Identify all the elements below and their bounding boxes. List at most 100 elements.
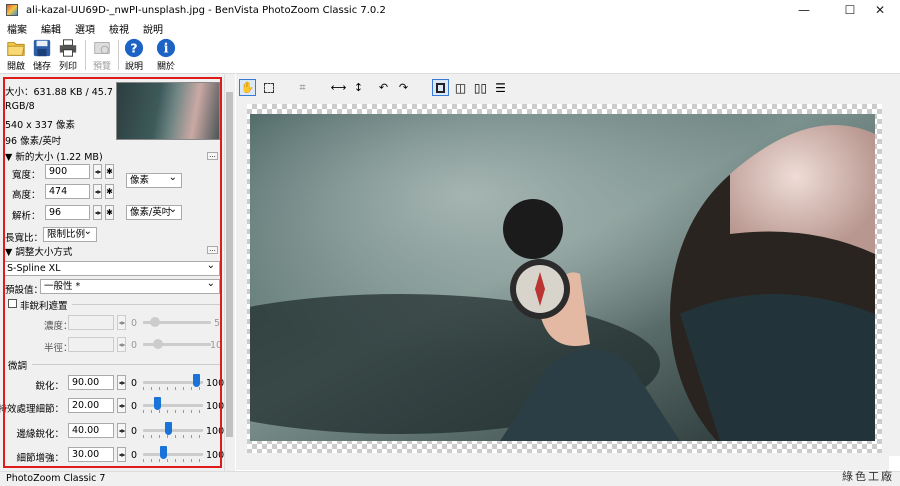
svg-text:i: i <box>164 41 169 56</box>
thumbnail-preview[interactable] <box>116 82 220 140</box>
menu-help[interactable]: 說明 <box>136 21 170 36</box>
canvas-vscrollbar[interactable] <box>889 100 900 456</box>
menu-edit[interactable]: 編輯 <box>34 21 68 36</box>
res-link-button[interactable]: ✱ <box>105 205 114 220</box>
method-more-button[interactable]: ... <box>207 246 218 254</box>
hand-tool-button[interactable]: ✋ <box>239 79 256 96</box>
height-link-button[interactable]: ✱ <box>105 184 114 199</box>
sharpness-spinner[interactable] <box>117 375 126 390</box>
grain-slider[interactable] <box>159 446 167 459</box>
grain-label: 細節增強： <box>16 453 64 464</box>
radius-spinner[interactable] <box>117 337 126 352</box>
newsize-header[interactable]: ▼ 新的大小 (1.22 MB) <box>5 149 103 163</box>
stacked-view-button[interactable]: ☰ <box>492 79 509 96</box>
edge-ticks <box>143 435 203 438</box>
rotate-right-button[interactable]: ↷ <box>395 79 412 96</box>
menu-view[interactable]: 檢視 <box>102 21 136 36</box>
side-by-side-icon: ▯▯ <box>473 80 488 95</box>
about-button[interactable]: i 關於 <box>152 38 180 72</box>
fit-width-button[interactable]: ⟷ <box>330 79 347 96</box>
marquee-icon <box>263 82 274 93</box>
select-tool-button[interactable] <box>260 79 277 96</box>
section-divider <box>72 304 220 305</box>
sharpness-input[interactable]: 90.00 <box>68 375 114 390</box>
preview-button[interactable]: 預覽 <box>88 38 116 72</box>
unit-select[interactable]: 像素 <box>126 171 182 188</box>
edge-spinner[interactable] <box>117 423 126 438</box>
ratio-select[interactable]: 限制比例 <box>43 225 97 242</box>
menu-file[interactable]: 檔案 <box>0 21 34 36</box>
sharpness-ticks <box>143 387 203 390</box>
title-bar: ali-kazal-UU69D-_nwPI-unsplash.jpg - Ben… <box>0 0 900 20</box>
info-size: 大小：631.88 KB / 45.7 KB <box>5 87 129 98</box>
split-view-button[interactable]: ◫ <box>452 79 469 96</box>
detail-spinner[interactable] <box>117 398 126 413</box>
method-header[interactable]: ▼ 調整大小方式 <box>5 244 72 258</box>
about-label: 關於 <box>156 62 175 72</box>
sharpness-label: 銳化： <box>35 381 64 392</box>
single-view-button[interactable] <box>432 79 449 96</box>
settings-panel: 大小：631.88 KB / 45.7 KB RGB/8 540 x 337 像… <box>0 74 235 471</box>
width-spinner[interactable] <box>93 164 102 179</box>
folder-icon <box>7 42 25 56</box>
radius-max: 10 <box>210 340 223 351</box>
save-label: 儲存 <box>32 62 51 72</box>
radius-slider[interactable] <box>153 339 163 349</box>
width-input[interactable]: 900 <box>45 164 90 179</box>
save-button[interactable]: 儲存 <box>28 38 56 72</box>
fine-header: 微調 <box>8 361 28 372</box>
unsharp-checkbox[interactable] <box>8 299 17 308</box>
edge-slider[interactable] <box>165 422 173 435</box>
algorithm-select[interactable]: S-Spline XL <box>3 259 220 276</box>
width-link-button[interactable]: ✱ <box>105 164 114 179</box>
single-view-icon <box>436 82 445 93</box>
close-button[interactable]: ✕ <box>860 0 900 20</box>
preview-image[interactable] <box>250 114 875 441</box>
canvas-hscrollbar[interactable] <box>236 456 889 470</box>
detail-max: 100 <box>206 401 225 412</box>
crop-icon: ⌗ <box>299 80 306 94</box>
info-dims: 540 x 337 像素 <box>5 120 75 131</box>
help-button[interactable]: ? 說明 <box>120 38 148 72</box>
side-view-button[interactable]: ▯▯ <box>472 79 489 96</box>
height-spinner[interactable] <box>93 184 102 199</box>
rotate-left-button[interactable]: ↶ <box>375 79 392 96</box>
res-input[interactable]: 96 <box>45 205 90 220</box>
height-label: 高度： <box>12 190 41 201</box>
open-button[interactable]: 開啟 <box>2 38 30 72</box>
menu-options[interactable]: 選項 <box>68 21 102 36</box>
edge-max: 100 <box>206 426 225 437</box>
compass-photo <box>250 114 875 441</box>
density-spinner[interactable] <box>117 315 126 330</box>
edge-input[interactable]: 40.00 <box>68 423 114 438</box>
radius-input[interactable] <box>68 337 114 352</box>
preset-select[interactable]: 一般性 * <box>40 277 220 294</box>
sharpness-min: 0 <box>131 378 138 389</box>
menu-bar: 檔案 編輯 選項 檢視 說明 <box>0 20 900 36</box>
crop-button[interactable]: ⌗ <box>294 79 311 96</box>
minimize-button[interactable]: — <box>784 0 824 20</box>
height-input[interactable]: 474 <box>45 184 90 199</box>
detail-input[interactable]: 20.00 <box>68 398 114 413</box>
fit-height-button[interactable]: ↕ <box>350 79 367 96</box>
edge-min: 0 <box>131 426 138 437</box>
density-slider[interactable] <box>150 317 160 327</box>
main-toolbar: 開啟 儲存 列印 預覽 ? 說明 i 關於 <box>0 36 900 74</box>
print-button[interactable]: 列印 <box>54 38 82 72</box>
panel-scrollbar-thumb[interactable] <box>226 92 233 437</box>
floppy-icon <box>33 39 51 57</box>
grain-spinner[interactable] <box>117 447 126 462</box>
grain-input[interactable]: 30.00 <box>68 447 114 462</box>
res-spinner[interactable] <box>93 205 102 220</box>
watermark-text: 綠色工廠 <box>842 470 894 483</box>
image-toolbar: ✋ ⌗ ⟷ ↕ ↶ ↷ ◫ ▯▯ ☰ <box>236 74 900 100</box>
density-input[interactable] <box>68 315 114 330</box>
newsize-more-button[interactable]: ... <box>207 152 218 160</box>
preview-label: 預覽 <box>92 62 111 72</box>
detail-slider[interactable] <box>154 397 162 410</box>
grain-max: 100 <box>206 450 225 461</box>
res-unit-select[interactable]: 像素/英吋 <box>126 203 182 220</box>
sharpness-slider[interactable] <box>193 374 201 387</box>
rotate-left-icon: ↶ <box>378 81 389 94</box>
rotate-right-icon: ↷ <box>398 81 409 94</box>
